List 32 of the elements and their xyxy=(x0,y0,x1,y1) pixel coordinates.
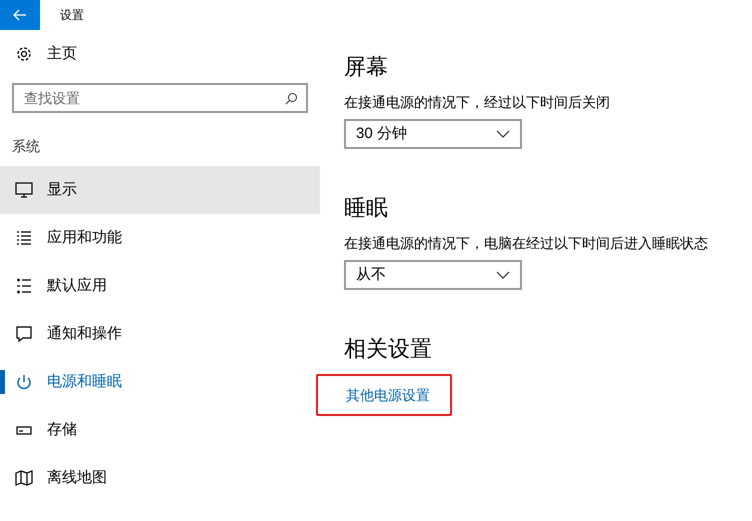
chevron-down-icon xyxy=(496,271,510,279)
home-item[interactable]: 主页 xyxy=(0,30,320,78)
speech-bubble-icon xyxy=(15,325,33,343)
active-indicator xyxy=(0,370,5,394)
section-label: 系统 xyxy=(12,137,41,156)
description-text: 在接通电源的情况下，经过以下时间后关闭 xyxy=(344,93,611,112)
chevron-down-icon xyxy=(496,130,510,138)
window-title: 设置 xyxy=(60,7,84,24)
section-heading: 相关设置 xyxy=(344,335,433,363)
nav-item[interactable]: 存储 xyxy=(0,406,320,454)
map-icon xyxy=(15,469,33,487)
link[interactable]: 其他电源设置 xyxy=(346,384,430,406)
dropdown[interactable]: 30 分钟 xyxy=(344,119,522,149)
list-icon xyxy=(15,277,33,295)
back-arrow-icon xyxy=(13,9,27,21)
power-icon xyxy=(15,373,33,391)
nav-item[interactable]: 离线地图 xyxy=(0,454,320,502)
nav-item[interactable]: 显示 xyxy=(0,166,320,214)
search-icon xyxy=(285,92,298,105)
nav-item[interactable]: 电源和睡眠 xyxy=(0,358,320,406)
dropdown[interactable]: 从不 xyxy=(344,260,522,290)
section-heading: 屏幕 xyxy=(344,53,389,81)
nav-item[interactable]: 通知和操作 xyxy=(0,310,320,358)
gear-icon xyxy=(15,45,33,63)
search-field[interactable]: 查找设置 xyxy=(12,83,308,113)
nav-item[interactable]: 默认应用 xyxy=(0,262,320,310)
back-button[interactable] xyxy=(0,0,40,30)
description-text: 在接通电源的情况下，电脑在经过以下时间后进入睡眠状态 xyxy=(344,234,709,253)
monitor-icon xyxy=(15,181,33,199)
nav-item[interactable]: 应用和功能 xyxy=(0,214,320,262)
list-icon xyxy=(15,229,33,247)
section-heading: 睡眠 xyxy=(344,194,389,222)
